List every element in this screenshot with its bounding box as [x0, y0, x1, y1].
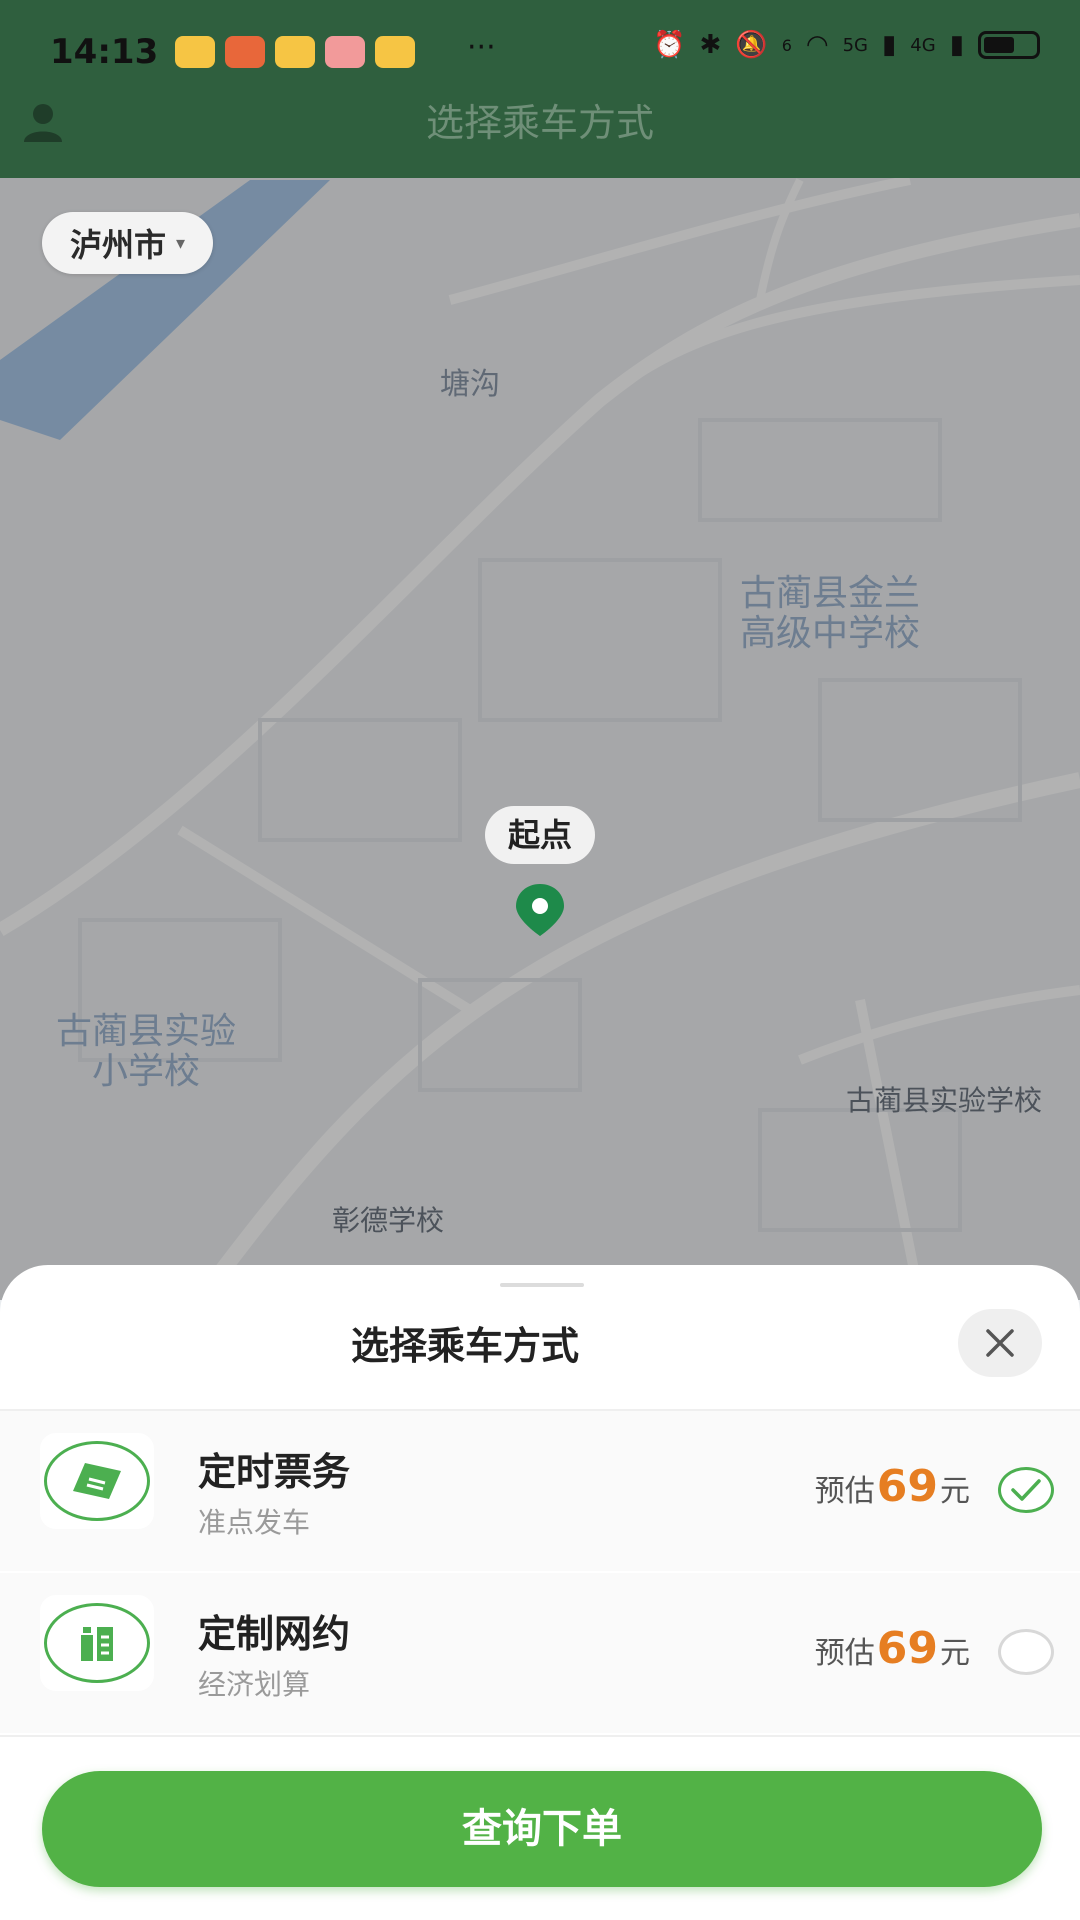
sheet-handle[interactable] [500, 1283, 584, 1287]
signal-4g-label: 4G [910, 34, 936, 56]
start-point-label: 起点 [485, 806, 595, 864]
option-name: 定时票务 [198, 1450, 351, 1494]
signal-icon: ▮ [881, 30, 897, 60]
alarm-icon: ⏰ [653, 30, 686, 60]
sheet-title: 选择乘车方式 [350, 1324, 579, 1368]
wifi-icon: ◠ [805, 30, 829, 60]
option-radio-unselected[interactable] [998, 1629, 1054, 1675]
price-unit: 元 [940, 1636, 970, 1671]
divider [0, 1735, 1080, 1737]
option-price: 预估 69 元 [815, 1461, 970, 1512]
status-bar: 14:13 ··· ⏰ ✱ 🔕 6 ◠ 5G ▮ 4G ▮ [0, 0, 1080, 100]
map-dim-overlay [0, 0, 1080, 1300]
city-name: 泸州市 [70, 226, 167, 264]
app-header: 选择乘车方式 [0, 100, 1080, 178]
mute-icon: 🔕 [735, 30, 768, 60]
ticket-icon-wrap [40, 1433, 154, 1529]
page-title: 选择乘车方式 [425, 101, 654, 145]
status-time: 14:13 [50, 32, 159, 72]
wifi-label: 6 [781, 35, 792, 55]
check-icon [1011, 1479, 1041, 1501]
app-notification-icon [325, 36, 365, 68]
map-view[interactable]: 塘沟 古蔺县金兰 高级中学校 古蔺县实验 小学校 古蔺县实验学校 彰德学校 [0, 0, 1080, 1300]
chevron-down-icon: ▾ [176, 232, 186, 254]
option-radio-selected[interactable] [998, 1467, 1054, 1513]
location-pin-icon[interactable] [514, 882, 566, 938]
bluetooth-icon: ✱ [699, 30, 722, 60]
price-prefix: 预估 [814, 1636, 875, 1671]
ride-mode-sheet: 选择乘车方式 定时票务 准点发车 预估 69 元 定制网约 经济划算 预估 69… [0, 1265, 1080, 1920]
system-icons: ⏰ ✱ 🔕 6 ◠ 5G ▮ 4G ▮ [653, 30, 1040, 60]
city-selector[interactable]: 泸州市 ▾ [42, 212, 214, 274]
price-value: 69 [876, 1623, 938, 1674]
custom-ride-icon-wrap [40, 1595, 154, 1691]
option-scheduled-ticket[interactable]: 定时票务 准点发车 预估 69 元 [0, 1411, 1080, 1571]
notification-icons [175, 36, 415, 68]
option-name: 定制网约 [198, 1612, 351, 1656]
more-notifications-icon: ··· [467, 30, 496, 65]
close-icon [986, 1329, 1014, 1357]
ticket-icon [73, 1463, 121, 1499]
submit-order-button[interactable]: 查询下单 [42, 1771, 1042, 1887]
option-subtitle: 准点发车 [198, 1506, 311, 1539]
battery-icon [978, 31, 1040, 59]
weibo-icon [175, 36, 215, 68]
weibo-icon [275, 36, 315, 68]
weibo-icon [375, 36, 415, 68]
ticket-stub-icon [81, 1627, 113, 1661]
option-custom-ride[interactable]: 定制网约 经济划算 预估 69 元 [0, 1573, 1080, 1733]
signal-icon: ▮ [949, 30, 964, 60]
price-value: 69 [876, 1461, 938, 1512]
option-price: 预估 69 元 [815, 1623, 970, 1674]
price-prefix: 预估 [814, 1474, 875, 1509]
signal-5g-label: 5G [842, 34, 868, 56]
red-packet-icon [225, 36, 265, 68]
close-button[interactable] [958, 1309, 1042, 1377]
option-subtitle: 经济划算 [198, 1668, 311, 1701]
price-unit: 元 [940, 1474, 970, 1509]
